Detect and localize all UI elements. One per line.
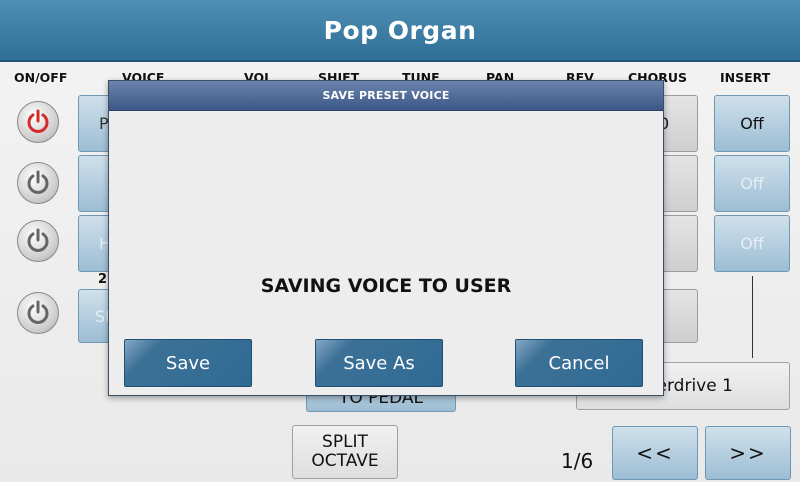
insert-connector-line: [752, 276, 753, 358]
split-octave-label: SPLIT OCTAVE: [311, 432, 379, 471]
prev-label: <<: [636, 441, 674, 465]
insert-value: Off: [740, 234, 764, 253]
power-button-row4[interactable]: [17, 292, 59, 334]
next-label: >>: [729, 441, 767, 465]
power-button-row2[interactable]: [17, 162, 59, 204]
power-icon: [27, 170, 49, 194]
split-octave-button[interactable]: SPLIT OCTAVE: [292, 425, 398, 479]
row-label: 2: [98, 272, 108, 287]
cancel-label: Cancel: [548, 352, 610, 374]
title-bar: Pop Organ: [0, 0, 800, 62]
insert-button-row3[interactable]: Off: [714, 215, 790, 272]
page-title: Pop Organ: [323, 15, 477, 45]
prev-page-button[interactable]: <<: [612, 426, 698, 480]
insert-button-row2[interactable]: Off: [714, 155, 790, 212]
power-button-row3[interactable]: [17, 220, 59, 262]
column-header-insert: INSERT: [720, 70, 771, 85]
insert-value: Off: [740, 114, 764, 133]
save-preset-dialog: SAVE PRESET VOICE SAVING VOICE TO USER S…: [108, 80, 664, 396]
power-button-row1[interactable]: [17, 101, 59, 143]
insert-button-row1[interactable]: Off: [714, 95, 790, 152]
save-label: Save: [165, 352, 211, 374]
page-indicator: 1/6: [561, 449, 594, 473]
insert-value: Off: [740, 174, 764, 193]
dialog-message: SAVING VOICE TO USER: [260, 275, 512, 297]
dialog-header: SAVE PRESET VOICE: [109, 81, 663, 111]
power-icon: [27, 228, 49, 252]
save-as-button[interactable]: Save As: [315, 339, 443, 387]
cancel-button[interactable]: Cancel: [515, 339, 643, 387]
column-header-onoff: ON/OFF: [14, 70, 68, 85]
dialog-title: SAVE PRESET VOICE: [322, 89, 450, 102]
save-button[interactable]: Save: [124, 339, 252, 387]
save-as-label: Save As: [343, 352, 415, 374]
power-icon: [27, 109, 49, 133]
next-page-button[interactable]: >>: [705, 426, 791, 480]
power-icon: [27, 300, 49, 324]
